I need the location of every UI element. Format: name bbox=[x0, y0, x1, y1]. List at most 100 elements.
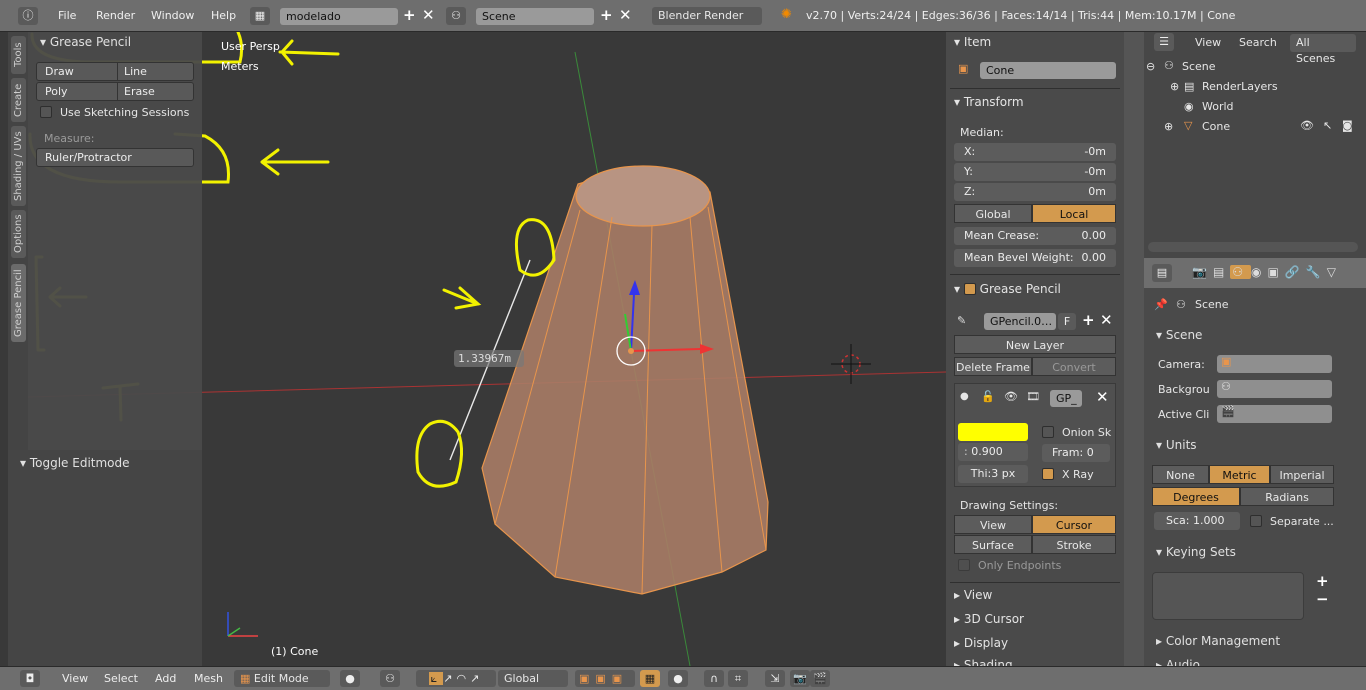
units-imperial-toggle[interactable]: Imperial bbox=[1270, 465, 1334, 484]
frames-field[interactable]: Fram: 0 bbox=[1042, 444, 1110, 462]
expand-icon[interactable]: ⊖ bbox=[1146, 60, 1155, 73]
draw-cursor-toggle[interactable]: Cursor bbox=[1032, 515, 1116, 534]
layer-name-field[interactable]: GP_ bbox=[1050, 390, 1082, 407]
menu-select[interactable]: Select bbox=[104, 672, 138, 685]
delete-frame-button[interactable]: Delete Frame bbox=[954, 357, 1032, 376]
menu-mesh[interactable]: Mesh bbox=[194, 672, 223, 685]
unit-scale-field[interactable]: Sca: 1.000 bbox=[1154, 512, 1240, 530]
only-endpoints-checkbox[interactable] bbox=[958, 559, 970, 571]
gp-remove-icon[interactable]: ✕ bbox=[1100, 311, 1113, 329]
mode-dropdown[interactable]: ▦ Edit Mode bbox=[234, 670, 330, 687]
outliner-menu-view[interactable]: View bbox=[1195, 36, 1221, 49]
menu-add[interactable]: Add bbox=[155, 672, 176, 685]
cone-mesh[interactable] bbox=[481, 167, 769, 595]
add-keying-set-icon[interactable]: + bbox=[1316, 572, 1329, 590]
manipulator-toggles[interactable]: ⟀ ↗◠↗ bbox=[416, 670, 496, 687]
selectability-cursor-icon[interactable]: ↖ bbox=[1323, 119, 1332, 132]
3d-view-editor-icon[interactable]: ◘ bbox=[20, 670, 40, 687]
outliner-menu-search[interactable]: Search bbox=[1239, 36, 1277, 49]
limit-selection-icon[interactable]: ▦ bbox=[640, 670, 660, 687]
menu-view[interactable]: View bbox=[62, 672, 88, 685]
draw-surface-toggle[interactable]: Surface bbox=[954, 535, 1032, 554]
gp-add-icon[interactable]: + bbox=[1082, 311, 1095, 329]
proportional-edit-icon[interactable]: ● bbox=[668, 670, 688, 687]
outliner-display-dropdown[interactable]: All Scenes bbox=[1290, 34, 1356, 65]
gp-panel-title[interactable]: ▾ Grease Pencil bbox=[954, 281, 1061, 296]
convert-button[interactable]: Convert bbox=[1032, 357, 1116, 376]
keying-sets-list[interactable] bbox=[1152, 572, 1304, 620]
thickness-field[interactable]: Thi:3 px bbox=[958, 465, 1028, 483]
color-management-panel[interactable]: ▸ Color Management bbox=[1156, 634, 1280, 648]
pin-icon[interactable]: 📌 bbox=[1154, 298, 1168, 311]
line-button[interactable]: Line bbox=[117, 63, 193, 80]
tab-grease-pencil[interactable]: Grease Pencil bbox=[11, 264, 26, 342]
3d-cursor-icon[interactable] bbox=[831, 344, 871, 384]
gp-datablock-field[interactable]: GPencil.0… bbox=[984, 313, 1056, 330]
menu-render[interactable]: Render bbox=[96, 9, 135, 22]
draw-view-toggle[interactable]: View bbox=[954, 515, 1032, 534]
shading-panel-collapsed[interactable]: ▸ Shading bbox=[954, 658, 1013, 666]
transform-panel-title[interactable]: ▾ Transform bbox=[954, 95, 1024, 109]
tab-create[interactable]: Create bbox=[11, 78, 26, 122]
add-scene-icon[interactable]: + bbox=[600, 6, 613, 24]
mean-bevel-field[interactable]: Mean Bevel Weight: 0.00 bbox=[954, 249, 1116, 267]
properties-editor-icon[interactable]: ▤ bbox=[1152, 264, 1172, 282]
snap-element-icon[interactable]: ⌗ bbox=[728, 670, 748, 687]
object-name-field[interactable]: Cone bbox=[980, 62, 1116, 79]
opengl-render-icon[interactable]: 📷 bbox=[790, 670, 810, 687]
cone-top-face[interactable] bbox=[575, 165, 711, 227]
scene-icon[interactable]: ⚇ bbox=[446, 7, 466, 25]
outliner-renderlayers[interactable]: RenderLayers bbox=[1202, 80, 1278, 93]
poly-button[interactable]: Poly bbox=[39, 83, 117, 100]
gp-enable-checkbox[interactable] bbox=[963, 283, 976, 295]
y-field[interactable]: Y: -0m bbox=[954, 163, 1116, 181]
view-panel-collapsed[interactable]: ▸ View bbox=[954, 588, 992, 602]
draw-stroke-toggle[interactable]: Stroke bbox=[1032, 535, 1116, 554]
pivot-point-icon[interactable]: ⚇ bbox=[380, 670, 400, 687]
units-panel-title[interactable]: ▾ Units bbox=[1156, 438, 1197, 452]
snap-icon[interactable]: ∩ bbox=[704, 670, 724, 687]
onion-icon[interactable]: 🎞 bbox=[1026, 390, 1040, 403]
units-none-toggle[interactable]: None bbox=[1152, 465, 1209, 484]
toggle-editmode-panel-title[interactable]: ▾ Toggle Editmode bbox=[20, 456, 130, 470]
expand-icon[interactable]: ⊕ bbox=[1170, 80, 1179, 93]
background-scene-field[interactable]: ⚇ bbox=[1217, 380, 1332, 398]
eye-icon[interactable]: 👁 bbox=[1004, 390, 1018, 403]
snap-target-icon[interactable]: ⇲ bbox=[765, 670, 785, 687]
outliner-world[interactable]: World bbox=[1202, 100, 1234, 113]
delete-scene-icon[interactable]: ✕ bbox=[619, 6, 632, 24]
renderability-camera-icon[interactable]: ◙ bbox=[1342, 119, 1353, 132]
active-clip-field[interactable]: 🎬 bbox=[1217, 405, 1332, 423]
keying-sets-panel-title[interactable]: ▾ Keying Sets bbox=[1156, 545, 1236, 559]
xray-checkbox[interactable] bbox=[1042, 468, 1054, 480]
layer-delete-icon[interactable]: ✕ bbox=[1096, 388, 1109, 406]
use-sketching-checkbox[interactable] bbox=[40, 106, 52, 118]
tab-options[interactable]: Options bbox=[11, 210, 26, 258]
orientation-dropdown[interactable]: Global bbox=[498, 670, 568, 687]
scene-field[interactable]: Scene bbox=[476, 8, 594, 25]
outliner-scene[interactable]: Scene bbox=[1182, 60, 1216, 73]
render-engine-dropdown[interactable]: Blender Render bbox=[652, 7, 762, 25]
remove-keying-set-icon[interactable]: − bbox=[1316, 590, 1329, 608]
outliner-cone[interactable]: Cone bbox=[1202, 120, 1230, 133]
expand-icon[interactable]: ⊕ bbox=[1164, 120, 1173, 133]
outliner-scrollbar[interactable] bbox=[1148, 242, 1358, 252]
z-field[interactable]: Z: 0m bbox=[954, 183, 1116, 201]
delete-screen-icon[interactable]: ✕ bbox=[422, 6, 435, 24]
mean-crease-field[interactable]: Mean Crease: 0.00 bbox=[954, 227, 1116, 245]
screen-layout-field[interactable]: modelado bbox=[280, 8, 398, 25]
screen-layout-icon[interactable]: ▦ bbox=[250, 7, 270, 25]
onion-skin-checkbox[interactable] bbox=[1042, 426, 1054, 438]
erase-button[interactable]: Erase bbox=[117, 83, 193, 100]
opengl-anim-icon[interactable]: 🎬 bbox=[810, 670, 830, 687]
menu-window[interactable]: Window bbox=[151, 9, 194, 22]
radians-toggle[interactable]: Radians bbox=[1240, 487, 1334, 506]
menu-help[interactable]: Help bbox=[211, 9, 236, 22]
opacity-field[interactable]: : 0.900 bbox=[958, 443, 1028, 461]
new-layer-button[interactable]: New Layer bbox=[954, 335, 1116, 354]
global-toggle[interactable]: Global bbox=[954, 204, 1032, 223]
visibility-eye-icon[interactable]: 👁 bbox=[1300, 119, 1314, 132]
add-screen-icon[interactable]: + bbox=[403, 6, 416, 24]
info-editor-icon[interactable]: ⓘ bbox=[18, 7, 38, 25]
tab-shading-uvs[interactable]: Shading / UVs bbox=[11, 126, 26, 206]
